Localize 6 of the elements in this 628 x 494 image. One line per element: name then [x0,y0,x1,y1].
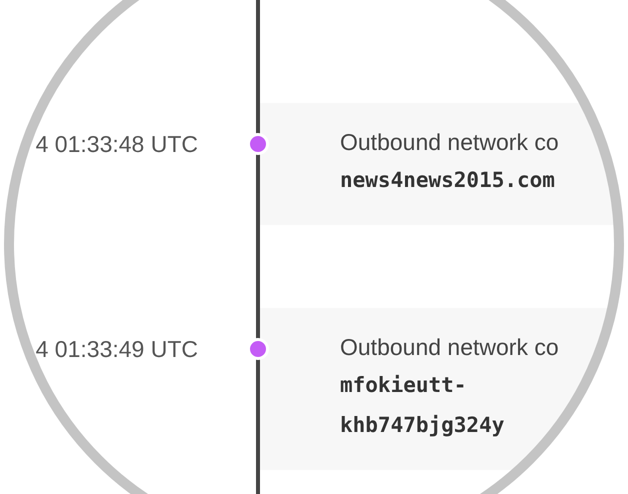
event-title: Outbound network co [340,129,559,156]
event-timestamp: 4 01:33:49 UTC [34,335,199,363]
event-domain: news4news2015.com [340,167,556,194]
event-timestamp: 4 01:33:48 UTC [34,130,199,158]
event-title: Outbound network co [340,334,559,361]
event-domain: mfokieutt-khb747bjg324y [340,372,506,439]
